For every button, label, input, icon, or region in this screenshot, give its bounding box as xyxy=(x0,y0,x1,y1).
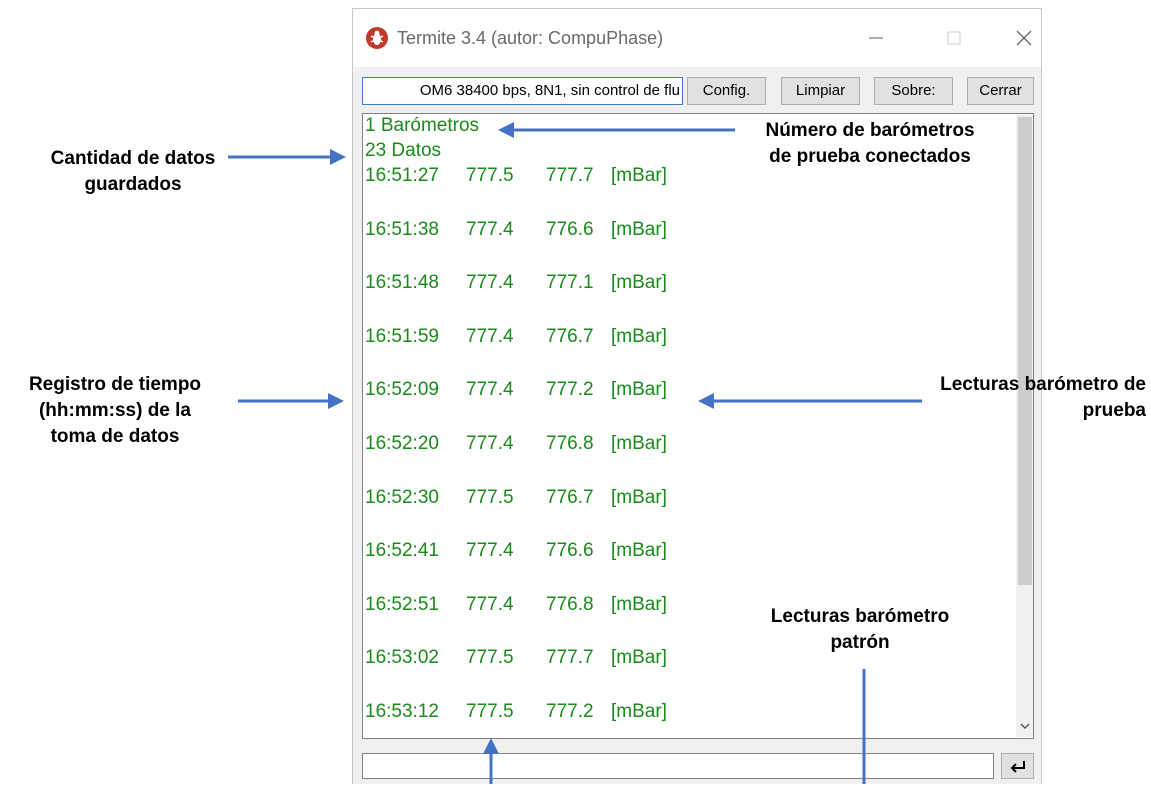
arrow-barometers xyxy=(498,122,735,138)
arrow-test-readings xyxy=(698,393,922,409)
arrow-timestamp xyxy=(238,393,344,409)
arrow-test-reading-column xyxy=(483,738,499,784)
annotation-arrows xyxy=(228,122,922,784)
arrow-data-count xyxy=(228,149,346,165)
